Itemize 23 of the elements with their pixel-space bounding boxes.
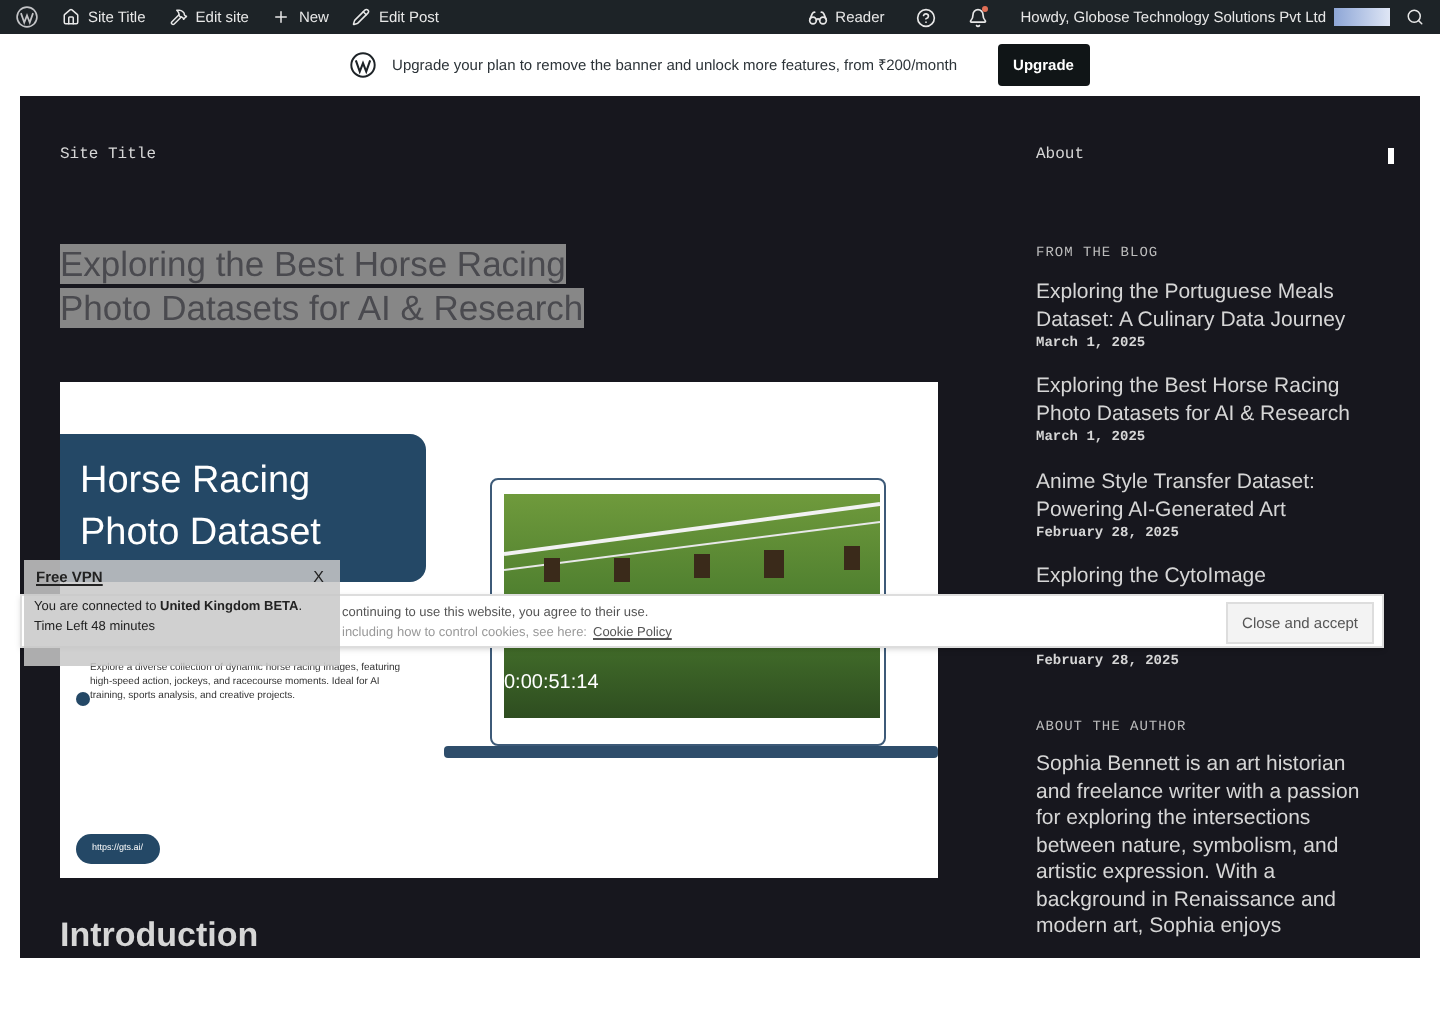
glasses-icon	[807, 7, 828, 27]
hammer-icon	[169, 8, 188, 26]
pencil-icon	[352, 8, 371, 26]
section-heading: Introduction	[60, 914, 261, 958]
bell-icon[interactable]	[968, 7, 989, 27]
wordpress-logo-icon	[350, 52, 377, 78]
home-icon	[62, 8, 80, 26]
plus-icon	[272, 8, 291, 26]
blog-post-link[interactable]: Exploring the CytoImage	[1036, 562, 1392, 590]
help-icon[interactable]	[916, 7, 937, 27]
author-bio: Sophia Bennett is an art historian and freelance writer with a passion for exploring the intersections between nature, symbolism, and artistic expression. With a background in Renaissance and modern art, Sophia enjoys	[1036, 752, 1362, 941]
search-icon[interactable]	[1406, 8, 1424, 26]
video-timestamp: 0:00:51:14	[504, 670, 599, 698]
bullet-icon	[75, 691, 89, 705]
site-title[interactable]: Site Title	[60, 144, 940, 168]
image-heading: Horse Racing Photo Dataset	[80, 458, 323, 558]
blog-post-link[interactable]: Exploring the Best Horse Racing Photo Datasets for AI & Research	[1036, 372, 1392, 428]
post-title: Exploring the Best Horse Racing Photo Datasets for AI & Research	[60, 242, 586, 330]
wordpress-logo-icon	[16, 6, 38, 28]
close-button[interactable]: X	[313, 566, 324, 590]
blog-post-link[interactable]: Anime Style Transfer Dataset: Powering AI-Generated Art	[1036, 467, 1392, 523]
blog-post-link[interactable]: Exploring the Portuguese Meals Dataset: A Culinary Data Journey	[1036, 277, 1392, 333]
about-link[interactable]: About	[1036, 144, 1085, 168]
